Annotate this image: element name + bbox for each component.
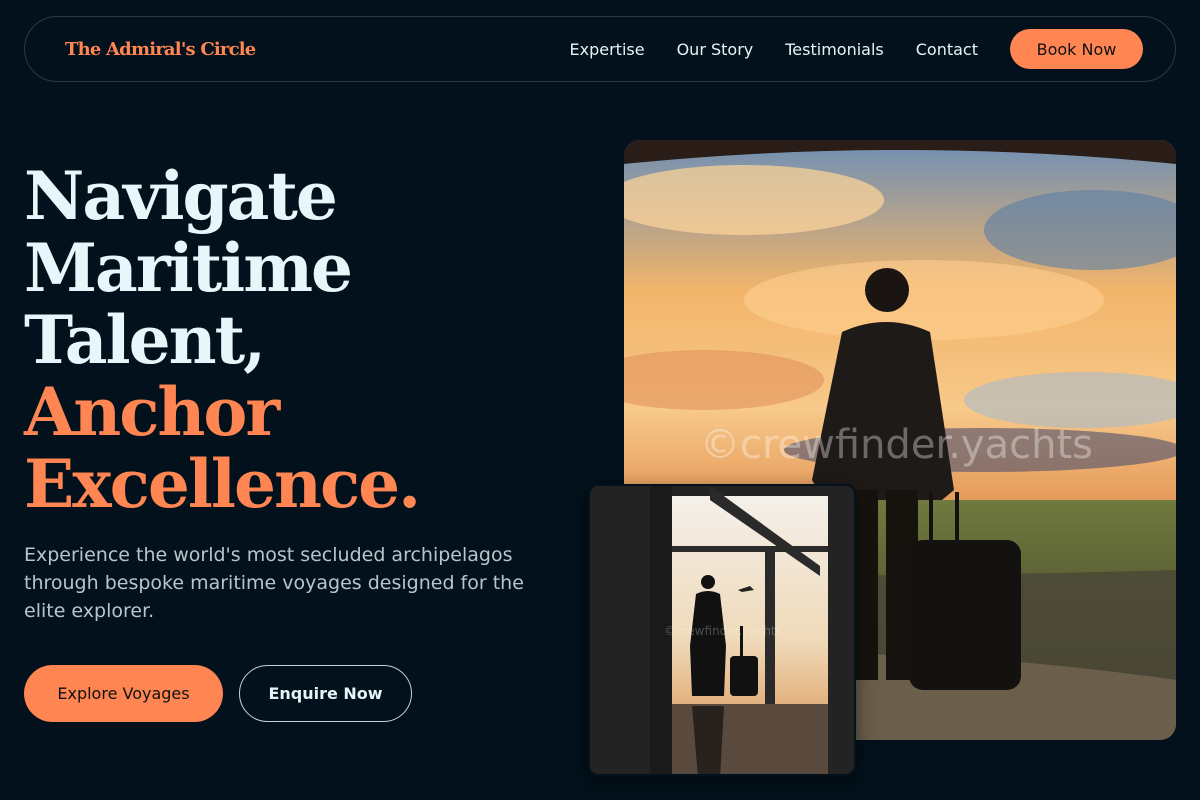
main-image-watermark: ©crewfinder.yachts — [700, 422, 1093, 468]
headline-accent-line-2: Excellence. — [24, 445, 421, 523]
headline-line-3: Talent, — [24, 301, 266, 379]
headline-line-2: Maritime — [24, 229, 353, 307]
secondary-image-watermark: ©crewfinder.yachts — [664, 624, 782, 638]
nav-links: Expertise Our Story Testimonials Contact… — [538, 29, 1143, 69]
headline-accent-line-1: Anchor — [24, 373, 280, 451]
brand-logo[interactable]: The Admiral's Circle — [65, 39, 256, 60]
hero-description: Experience the world's most secluded arc… — [24, 544, 524, 622]
nav-link-testimonials[interactable]: Testimonials — [785, 40, 884, 59]
book-now-button[interactable]: Book Now — [1010, 29, 1143, 69]
explore-voyages-button[interactable]: Explore Voyages — [24, 665, 223, 722]
top-nav: The Admiral's Circle Expertise Our Story… — [24, 16, 1176, 82]
nav-link-expertise[interactable]: Expertise — [570, 40, 645, 59]
enquire-now-button[interactable]: Enquire Now — [239, 665, 412, 722]
headline-line-1: Navigate — [24, 157, 338, 235]
nav-link-contact[interactable]: Contact — [916, 40, 978, 59]
nav-link-our-story[interactable]: Our Story — [677, 40, 754, 59]
hero-headline: Navigate Maritime Talent, Anchor Excelle… — [24, 157, 421, 523]
